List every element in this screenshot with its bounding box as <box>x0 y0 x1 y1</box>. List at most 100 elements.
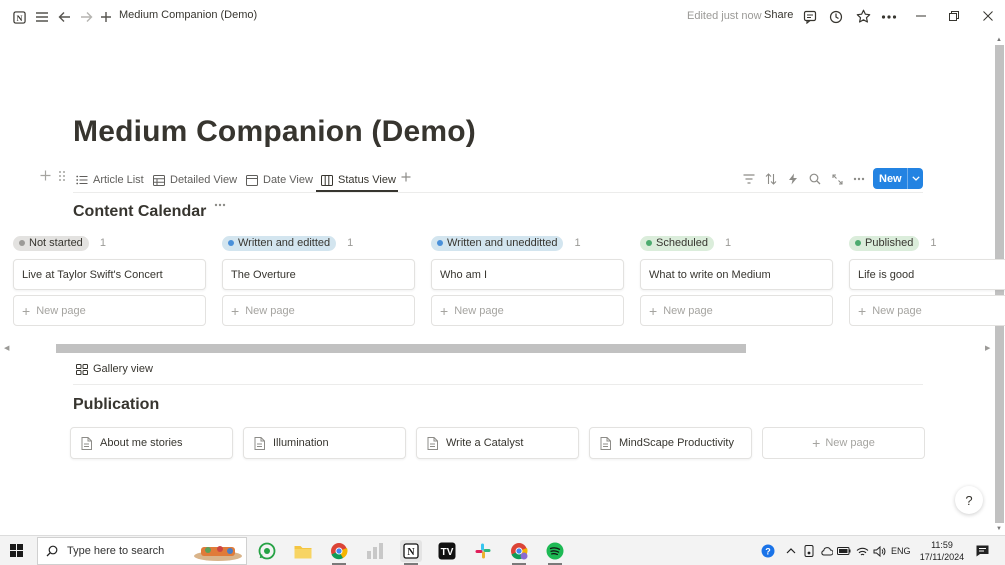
windows-start-icon[interactable] <box>10 544 23 557</box>
status-label: Not started <box>29 237 83 249</box>
comments-icon[interactable] <box>802 9 818 25</box>
tab-article-list[interactable]: Article List <box>76 171 144 189</box>
share-button[interactable]: Share <box>764 9 793 21</box>
favorite-star-icon[interactable] <box>855 8 871 24</box>
chrome-icon[interactable] <box>328 540 350 565</box>
twitch-like-app-icon[interactable]: TV <box>436 540 458 562</box>
slack-icon[interactable] <box>472 540 494 562</box>
taskbar-search-input[interactable]: Type here to search <box>37 537 247 565</box>
new-page-button[interactable]: + New page <box>849 295 1005 326</box>
show-hidden-icons-chevron-up-icon[interactable] <box>784 544 798 558</box>
tab-date-view[interactable]: Date View <box>246 171 313 189</box>
sort-icon[interactable] <box>764 172 778 186</box>
board-card[interactable]: Live at Taylor Swift's Concert <box>13 259 206 290</box>
back-arrow-icon[interactable] <box>56 9 72 25</box>
gallery-card[interactable]: Write a Catalyst <box>416 427 579 459</box>
battery-icon[interactable] <box>837 544 851 558</box>
status-label: Scheduled <box>656 237 708 249</box>
notion-logo-icon[interactable]: N <box>11 9 27 25</box>
notifications-icon[interactable] <box>975 544 989 558</box>
tab-detailed-view[interactable]: Detailed View <box>153 171 237 189</box>
device-tray-icon[interactable] <box>802 544 816 558</box>
minimize-window-icon[interactable] <box>913 8 929 24</box>
card-title: Who am I <box>440 269 488 281</box>
close-window-icon[interactable] <box>980 8 996 24</box>
horizontal-scrollbar[interactable]: ◀ ▶ <box>0 342 993 354</box>
filter-icon[interactable] <box>742 172 756 186</box>
wifi-icon[interactable] <box>855 544 869 558</box>
status-badge[interactable]: Not started <box>13 235 89 251</box>
add-page-plus-icon[interactable] <box>98 9 114 25</box>
board-card[interactable]: Who am I <box>431 259 624 290</box>
board-card[interactable]: Life is good <box>849 259 1005 290</box>
new-page-button[interactable]: + New page <box>640 295 833 326</box>
breadcrumb-page-name[interactable]: Medium Companion (Demo) <box>119 9 257 21</box>
plus-icon: + <box>22 302 31 319</box>
column-count: 1 <box>725 237 732 249</box>
board-card[interactable]: The Overture <box>222 259 415 290</box>
column-header[interactable]: Not started 1 <box>13 235 106 251</box>
gallery-card[interactable]: About me stories <box>70 427 233 459</box>
new-button-label: New <box>879 172 902 185</box>
status-badge[interactable]: Written and editted <box>222 235 337 251</box>
forward-arrow-icon[interactable] <box>78 9 94 25</box>
search-icon[interactable] <box>808 172 822 186</box>
page-title[interactable]: Medium Companion (Demo) <box>73 115 476 149</box>
restore-window-icon[interactable] <box>946 8 962 24</box>
column-header[interactable]: Scheduled 1 <box>640 235 731 251</box>
new-page-label: New page <box>825 437 875 449</box>
notion-taskbar-icon[interactable]: N <box>400 540 422 565</box>
chrome-profile-icon[interactable] <box>508 540 530 565</box>
more-options-icon[interactable] <box>881 9 897 25</box>
expand-icon[interactable] <box>830 172 844 186</box>
spotify-icon[interactable] <box>544 540 566 565</box>
tab-gallery-view[interactable]: Gallery view <box>76 363 153 375</box>
column-header[interactable]: Published 1 <box>849 235 936 251</box>
scroll-down-arrow-icon[interactable]: ▼ <box>996 526 1002 532</box>
menu-icon[interactable] <box>34 9 50 25</box>
new-record-button[interactable]: New <box>873 168 923 189</box>
scroll-right-arrow-icon[interactable]: ▶ <box>985 344 990 352</box>
chevron-down-icon[interactable] <box>908 176 923 181</box>
whatsapp-icon[interactable] <box>256 540 278 562</box>
database-options-dots-icon[interactable] <box>214 203 226 207</box>
gallery-new-page-button[interactable]: + New page <box>762 427 925 459</box>
history-clock-icon[interactable] <box>828 9 844 25</box>
tab-status-view[interactable]: Status View <box>321 171 396 189</box>
new-page-button[interactable]: + New page <box>222 295 415 326</box>
new-page-label: New page <box>36 304 86 317</box>
new-page-button[interactable]: + New page <box>13 295 206 326</box>
column-count: 1 <box>574 237 581 249</box>
content-calendar-title[interactable]: Content Calendar <box>73 203 206 221</box>
column-header[interactable]: Written and editted 1 <box>222 235 353 251</box>
new-page-label: New page <box>245 304 295 317</box>
column-header[interactable]: Written and unedditted 1 <box>431 235 581 251</box>
gallery-card[interactable]: Illumination <box>243 427 406 459</box>
card-title: Life is good <box>858 269 915 281</box>
status-badge[interactable]: Scheduled <box>640 235 714 251</box>
add-view-plus-icon[interactable] <box>401 172 411 182</box>
volume-icon[interactable] <box>872 544 886 558</box>
view-options-dots-icon[interactable] <box>852 172 866 186</box>
horizontal-scrollbar-thumb[interactable] <box>56 344 746 353</box>
svg-text:?: ? <box>765 547 771 557</box>
add-block-plus-icon[interactable] <box>40 170 51 181</box>
automation-lightning-icon[interactable] <box>786 172 800 186</box>
publication-title[interactable]: Publication <box>73 396 159 414</box>
drag-handle-icon[interactable] <box>58 170 66 182</box>
scroll-left-arrow-icon[interactable]: ◀ <box>4 344 9 352</box>
taskbar-clock[interactable]: 11:59 17/11/2024 <box>917 539 967 563</box>
help-button[interactable]: ? <box>955 486 983 514</box>
help-tray-icon[interactable]: ? <box>761 544 775 558</box>
cloud-sync-icon[interactable] <box>819 544 833 558</box>
board-card[interactable]: What to write on Medium <box>640 259 833 290</box>
status-badge[interactable]: Written and unedditted <box>431 235 564 251</box>
svg-text:TV: TV <box>441 547 454 558</box>
status-badge[interactable]: Published <box>849 235 920 251</box>
new-page-button[interactable]: + New page <box>431 295 624 326</box>
app-bars-icon[interactable] <box>364 540 386 562</box>
gallery-card[interactable]: MindScape Productivity <box>589 427 752 459</box>
scroll-up-arrow-icon[interactable]: ▲ <box>996 37 1002 43</box>
input-language-indicator[interactable]: ENG <box>891 546 911 556</box>
file-explorer-icon[interactable] <box>292 540 314 562</box>
